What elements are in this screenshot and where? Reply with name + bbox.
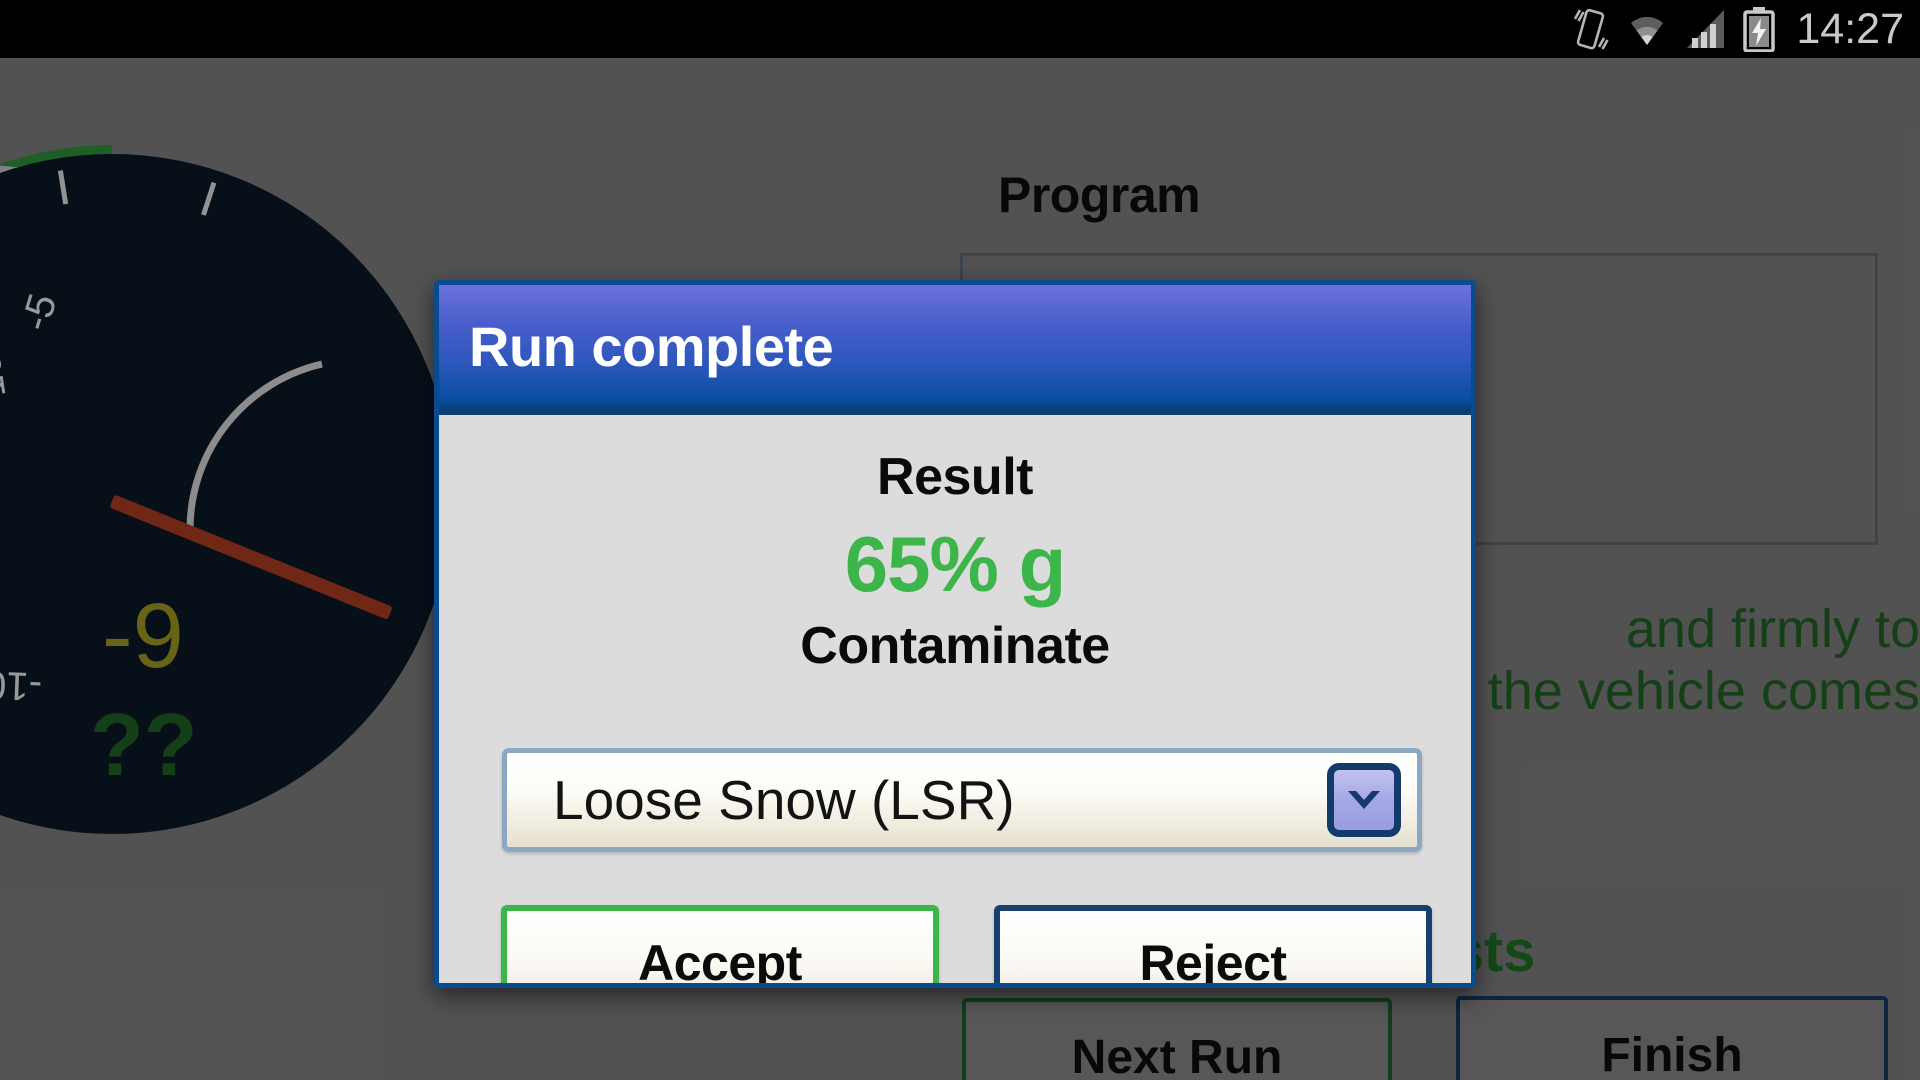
dialog-body: Result 65% g Contaminate Loose Snow (LSR…	[439, 415, 1471, 983]
contaminate-label: Contaminate	[800, 617, 1110, 675]
contaminate-selected-value: Loose Snow (LSR)	[553, 769, 1015, 831]
run-complete-dialog: Run complete Result 65% g Contaminate Lo…	[434, 280, 1476, 988]
result-label: Result	[877, 448, 1033, 506]
reject-button[interactable]: Reject	[994, 905, 1432, 983]
status-bar-clock: 14:27	[1796, 4, 1904, 53]
battery-charging-icon	[1742, 6, 1776, 52]
result-value: 65% g	[844, 520, 1066, 608]
dialog-titlebar: Run complete	[439, 285, 1471, 415]
dialog-title: Run complete	[469, 314, 834, 378]
status-bar: 14:27	[0, 0, 1920, 58]
chevron-down-icon[interactable]	[1327, 763, 1401, 837]
app-screen: -5 -10 -20 -40 -100 -9 ?? Program onal A…	[0, 58, 1920, 1080]
accept-button[interactable]: Accept	[501, 905, 939, 983]
wifi-icon	[1624, 9, 1670, 49]
signal-icon	[1684, 8, 1728, 50]
contaminate-spinner[interactable]: Loose Snow (LSR)	[502, 748, 1422, 852]
vibrate-icon	[1570, 7, 1610, 51]
